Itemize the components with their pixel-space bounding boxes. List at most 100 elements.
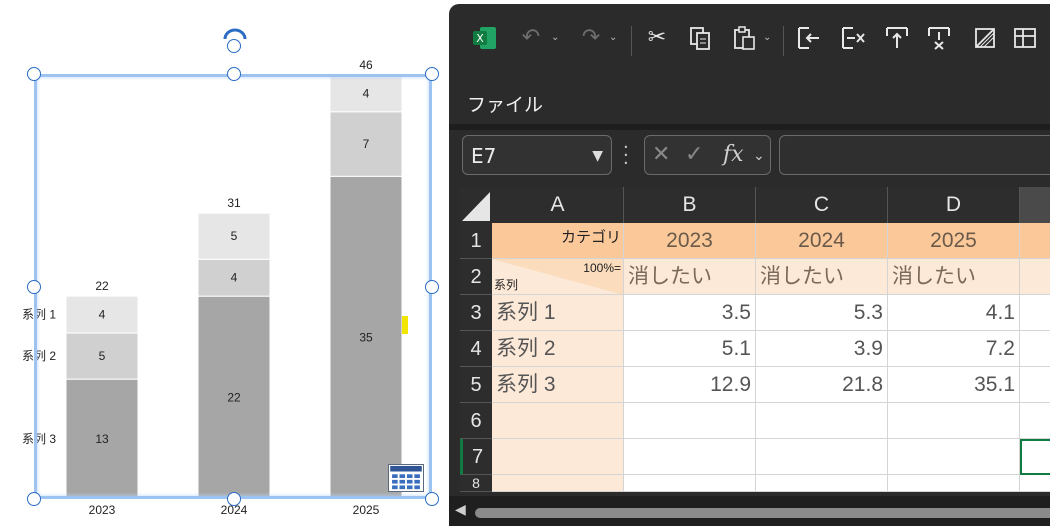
freeze-panes-icon[interactable] [1011, 24, 1039, 52]
cell-e8[interactable] [1020, 475, 1050, 492]
cell-e6[interactable] [1020, 403, 1050, 439]
cell-b5[interactable]: 12.9 [624, 367, 756, 403]
row-header-6[interactable]: 6 [460, 403, 492, 439]
cell-a6[interactable] [492, 403, 624, 439]
function-icon[interactable]: fx [723, 142, 744, 167]
horizontal-scrollbar[interactable]: ◀ [449, 496, 1050, 526]
select-all-button[interactable] [460, 187, 492, 223]
cell-d3[interactable]: 4.1 [888, 295, 1020, 331]
resize-handle-bottom[interactable] [227, 492, 241, 506]
resize-handle-top[interactable] [227, 67, 241, 81]
cell-d7[interactable] [888, 439, 1020, 475]
cancel-icon[interactable]: ✕ [652, 142, 670, 167]
resize-handle-bottom-right[interactable] [425, 492, 439, 506]
cell-b7[interactable] [624, 439, 756, 475]
resize-handle-top-right[interactable] [425, 67, 439, 81]
chart-selection-frame[interactable] [34, 74, 432, 499]
column-header-b[interactable]: B [624, 187, 756, 223]
cell-c6[interactable] [756, 403, 888, 439]
column-header-c[interactable]: C [756, 187, 888, 223]
delete-row-icon[interactable] [925, 24, 953, 52]
undo-icon[interactable]: ↶ [517, 24, 545, 52]
insert-row-icon[interactable] [883, 24, 911, 52]
cell-d2[interactable]: 消したい [888, 259, 1020, 295]
paste-icon[interactable] [731, 24, 759, 52]
cell-b6[interactable] [624, 403, 756, 439]
cell-a2[interactable]: 100%= 系列 [492, 259, 624, 295]
scroll-left-icon[interactable]: ◀ [455, 502, 466, 518]
enter-icon[interactable]: ✓ [685, 142, 703, 167]
cell-a8[interactable] [492, 475, 624, 492]
cell-e5[interactable] [1020, 367, 1050, 403]
cell-d8[interactable] [888, 475, 1020, 492]
cell-c7[interactable] [756, 439, 888, 475]
cell-b4[interactable]: 5.1 [624, 331, 756, 367]
chevron-down-icon[interactable]: ⌄ [551, 32, 559, 43]
excel-window: X ↶ ⌄ ↷ ⌄ ✂ ⌄ ファイル E7 ▼ · · · ✕ ✓ fx ⌄ A… [449, 4, 1050, 526]
x-tick-label-2023: 2023 [89, 503, 116, 517]
cell-e1[interactable] [1020, 223, 1050, 259]
chart-object[interactable]: 13 5 4 22 2023 22 4 5 31 2024 35 7 4 46 2025 系列 3 系列 2 系列… [0, 0, 450, 523]
cut-icon[interactable]: ✂ [643, 24, 671, 52]
resize-handle-left[interactable] [27, 280, 41, 294]
row-header-1[interactable]: 1 [460, 223, 492, 259]
cell-a4[interactable]: 系列 2 [492, 331, 624, 367]
delete-column-icon[interactable] [839, 24, 867, 52]
cell-b3[interactable]: 3.5 [624, 295, 756, 331]
cell-a3[interactable]: 系列 1 [492, 295, 624, 331]
scrollbar-thumb[interactable] [475, 508, 1050, 518]
more-options-icon[interactable]: · · · [623, 139, 629, 173]
row-header-4[interactable]: 4 [460, 331, 492, 367]
row-header-8[interactable]: 8 [460, 475, 492, 492]
row-header-2[interactable]: 2 [460, 259, 492, 295]
cell-b8[interactable] [624, 475, 756, 492]
column-header-a[interactable]: A [492, 187, 624, 223]
menu-file[interactable]: ファイル [467, 90, 543, 117]
cell-e2[interactable] [1020, 259, 1050, 295]
chevron-down-icon[interactable]: ⌄ [609, 32, 617, 43]
cell-b2[interactable]: 消したい [624, 259, 756, 295]
chevron-down-icon[interactable]: ▼ [592, 136, 603, 176]
cell-c3[interactable]: 5.3 [756, 295, 888, 331]
cell-e4[interactable] [1020, 331, 1050, 367]
cell-d4[interactable]: 7.2 [888, 331, 1020, 367]
resize-handle-bottom-left[interactable] [27, 492, 41, 506]
cell-c4[interactable]: 3.9 [756, 331, 888, 367]
row-header-3[interactable]: 3 [460, 295, 492, 331]
cell-d1[interactable]: 2025 [888, 223, 1020, 259]
cell-c8[interactable] [756, 475, 888, 492]
x-tick-label-2025: 2025 [353, 503, 380, 517]
cell-a5[interactable]: 系列 3 [492, 367, 624, 403]
chevron-down-icon[interactable]: ⌄ [763, 32, 771, 43]
resize-handle-top-left[interactable] [27, 67, 41, 81]
cell-e3[interactable] [1020, 295, 1050, 331]
redo-icon[interactable]: ↷ [577, 24, 605, 52]
chevron-down-icon[interactable]: ⌄ [753, 148, 765, 164]
cell-c2[interactable]: 消したい [756, 259, 888, 295]
cell-e7-active[interactable] [1020, 439, 1050, 475]
quick-access-toolbar: X ↶ ⌄ ↷ ⌄ ✂ ⌄ [449, 18, 1050, 58]
copy-icon[interactable] [687, 24, 715, 52]
cell-a1[interactable]: カテゴリ [492, 223, 624, 259]
clear-icon[interactable] [971, 24, 999, 52]
cell-b1[interactable]: 2023 [624, 223, 756, 259]
name-box[interactable]: E7 ▼ [462, 135, 612, 175]
cell-d5[interactable]: 35.1 [888, 367, 1020, 403]
cell-d6[interactable] [888, 403, 1020, 439]
cell-c1[interactable]: 2024 [756, 223, 888, 259]
row-header-7[interactable]: 7 [460, 439, 492, 475]
rotate-handle[interactable] [227, 39, 241, 53]
insert-column-icon[interactable] [795, 24, 823, 52]
cell-c5[interactable]: 21.8 [756, 367, 888, 403]
row-header-5[interactable]: 5 [460, 367, 492, 403]
excel-icon: X [473, 27, 496, 49]
formula-bar[interactable] [779, 135, 1050, 175]
datasheet-icon[interactable] [388, 464, 424, 492]
column-header-e[interactable] [1020, 187, 1050, 223]
resize-handle-right[interactable] [425, 280, 439, 294]
cell-a7[interactable] [492, 439, 624, 475]
column-header-d[interactable]: D [888, 187, 1020, 223]
highlight-marker [402, 316, 408, 334]
name-box-value: E7 [471, 144, 497, 168]
worksheet-grid[interactable]: A B C D 1 2 3 4 5 6 7 8 カテゴリ 2023 2024 2… [460, 187, 1050, 492]
